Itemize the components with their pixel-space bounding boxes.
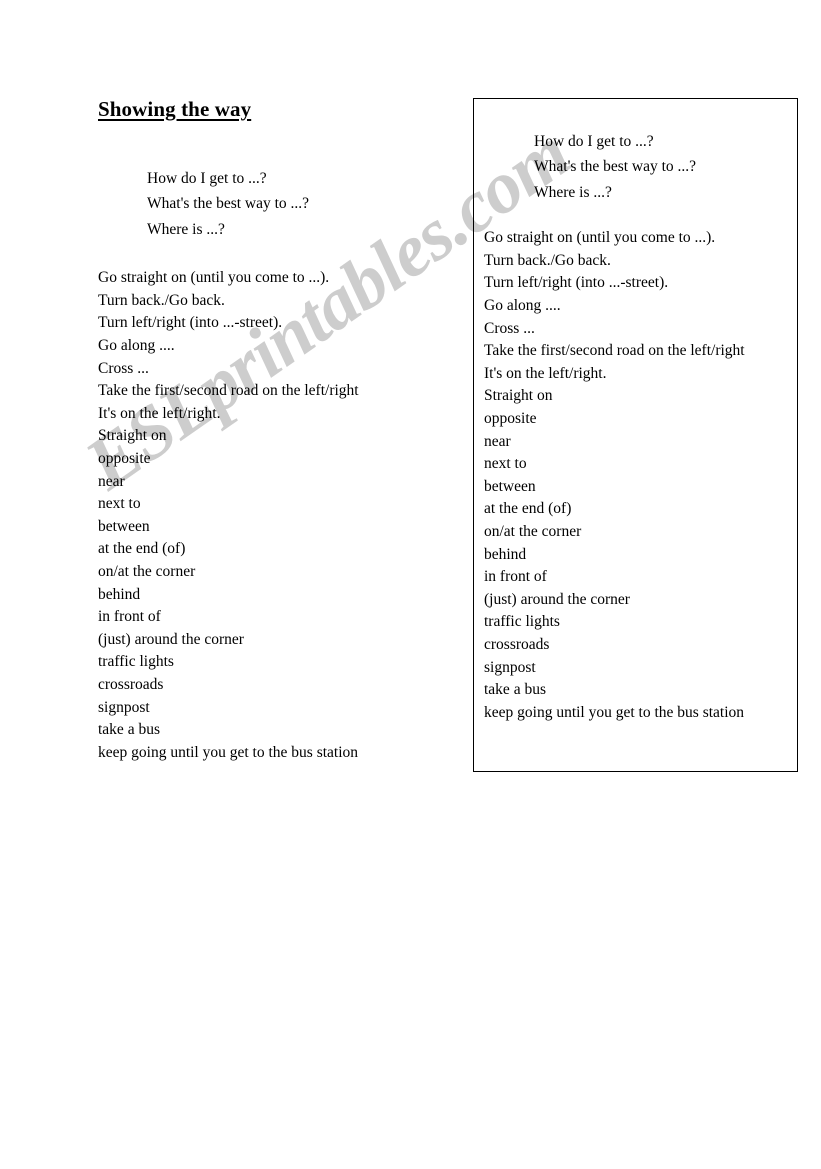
phrase-line: Straight on	[484, 387, 553, 405]
phrase-line: Go along ....	[98, 337, 175, 354]
right-question-block: How do I get to ...? What's the best way…	[534, 129, 793, 205]
phrase-line: on/at the corner	[98, 562, 196, 580]
right-column-content: How do I get to ...? What's the best way…	[474, 129, 797, 724]
phrase-line: take a bus	[98, 721, 160, 739]
phrase-line: opposite	[484, 409, 537, 427]
phrase-line: It's on the left/right.	[98, 404, 221, 422]
phrase-line: crossroads	[484, 635, 550, 653]
phrase-line: opposite	[98, 449, 151, 467]
question-line: How do I get to ...?	[147, 170, 267, 187]
phrase-line: Go straight on (until you come to ...).	[98, 269, 330, 287]
question-line: Where is ...?	[534, 183, 612, 201]
phrase-line: Cross ...	[98, 359, 149, 377]
phrase-line: between	[98, 517, 150, 535]
phrase-line: Turn left/right (into ...-street).	[98, 314, 283, 332]
phrase-line: Turn left/right (into ...-street).	[484, 274, 669, 292]
phrase-line: Take the first/second road on the left/r…	[98, 382, 359, 400]
phrase-line: crossroads	[98, 675, 164, 693]
phrase-line: Turn back./Go back.	[484, 251, 611, 269]
phrase-line: in front of	[484, 568, 547, 586]
left-question-block: How do I get to ...? What's the best way…	[147, 166, 448, 242]
right-phrase-list: Go straight on (until you come to ...). …	[484, 227, 793, 724]
phrase-line: signpost	[484, 658, 536, 676]
phrase-line: between	[484, 477, 536, 495]
phrase-line: Straight on	[98, 427, 167, 445]
phrase-line: near	[484, 432, 511, 450]
phrase-line: traffic lights	[98, 653, 174, 671]
question-line: What's the best way to ...?	[534, 158, 697, 176]
phrase-line: at the end (of)	[484, 500, 572, 518]
worksheet-page: ESLprintables.com Showing the way How do…	[0, 0, 821, 1169]
right-column-box: How do I get to ...? What's the best way…	[473, 98, 798, 772]
phrase-line: behind	[484, 545, 527, 563]
phrase-line: keep going until you get to the bus stat…	[98, 743, 359, 761]
page-title: Showing the way	[98, 97, 252, 121]
question-line: How do I get to ...?	[534, 133, 654, 150]
question-line: Where is ...?	[147, 220, 225, 238]
left-column: Showing the way How do I get to ...? Wha…	[98, 96, 448, 764]
phrase-line: (just) around the corner	[98, 630, 244, 648]
phrase-line: Go along ....	[484, 297, 561, 314]
phrase-line: Cross ...	[484, 319, 535, 337]
left-phrase-list: Go straight on (until you come to ...). …	[98, 267, 448, 764]
phrase-line: in front of	[98, 608, 161, 626]
question-line: What's the best way to ...?	[147, 195, 310, 213]
phrase-line: signpost	[98, 698, 150, 716]
phrase-line: behind	[98, 585, 141, 603]
phrase-line: traffic lights	[484, 613, 560, 631]
phrase-line: Take the first/second road on the left/r…	[484, 342, 745, 360]
phrase-line: on/at the corner	[484, 522, 582, 540]
phrase-line: Turn back./Go back.	[98, 291, 225, 309]
phrase-line: It's on the left/right.	[484, 364, 607, 382]
phrase-line: keep going until you get to the bus stat…	[484, 703, 745, 721]
phrase-line: next to	[484, 455, 527, 473]
phrase-line: take a bus	[484, 681, 546, 699]
phrase-line: (just) around the corner	[484, 590, 630, 608]
phrase-line: next to	[98, 495, 141, 513]
phrase-line: near	[98, 472, 125, 490]
phrase-line: at the end (of)	[98, 540, 186, 558]
phrase-line: Go straight on (until you come to ...).	[484, 229, 716, 247]
